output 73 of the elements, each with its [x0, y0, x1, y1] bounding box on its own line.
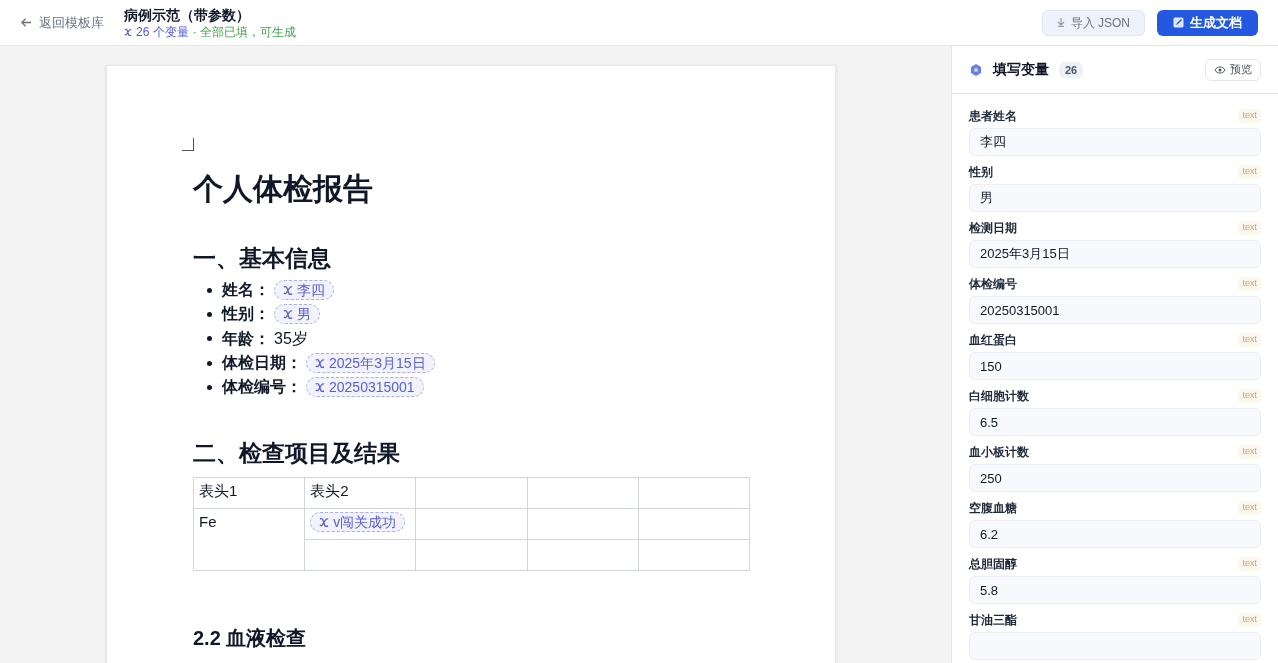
variable-chip: 男	[274, 304, 320, 325]
variable-icon	[315, 382, 325, 393]
field-label: 血红蛋白	[969, 332, 1017, 349]
eye-icon	[1214, 64, 1226, 75]
variable-icon	[319, 517, 330, 528]
back-link[interactable]: 返回模板库	[20, 12, 104, 33]
table-cell: 表头2	[304, 478, 416, 509]
variable-icon	[283, 309, 293, 320]
preview-button[interactable]: 预览	[1205, 58, 1261, 81]
corner-mark-icon	[182, 138, 194, 151]
type-badge: text	[1238, 557, 1261, 571]
variable-icon	[124, 27, 132, 36]
field-label: 检测日期	[969, 220, 1017, 237]
panel-title: 填写变量	[993, 60, 1049, 79]
document-title: 病例示范（带参数）	[124, 5, 251, 24]
type-badge: text	[1238, 109, 1261, 123]
field-label: 白细胞计数	[969, 388, 1029, 405]
type-badge: text	[1238, 445, 1261, 459]
input-field[interactable]: 6.5	[969, 408, 1261, 436]
input-field[interactable]: 2025年3月15日	[969, 240, 1261, 268]
type-badge: text	[1238, 277, 1261, 291]
section-heading: 二、检查项目及结果	[193, 439, 401, 468]
import-button[interactable]: 导入 JSON	[1041, 9, 1145, 36]
variable-count: 26 个变量	[136, 23, 189, 40]
input-field[interactable]: 李四	[969, 128, 1261, 156]
generate-button[interactable]: 生成文档	[1157, 9, 1258, 36]
variable-icon	[283, 285, 293, 296]
variable-icon	[315, 358, 325, 369]
field-label: 总胆固醇	[969, 556, 1017, 573]
type-badge: text	[1238, 389, 1261, 403]
type-badge: text	[1238, 221, 1261, 235]
item-label: 体检编号：	[222, 377, 302, 398]
field-label: 性别	[969, 164, 993, 181]
download-icon	[1056, 18, 1065, 27]
type-badge: text	[1238, 165, 1261, 179]
bullet-icon	[207, 311, 212, 317]
field-label: 体检编号	[969, 276, 1017, 293]
bullet-icon	[207, 287, 212, 293]
bullet-icon	[207, 384, 212, 390]
item-label: 姓名：	[222, 280, 270, 301]
fill-status: · 全部已填，可生成	[192, 23, 297, 40]
field-label: 空腹血糖	[969, 500, 1017, 517]
variable-chip: v闯关成功	[310, 512, 406, 533]
item-label: 体检日期：	[222, 353, 302, 374]
item-label: 性别：	[222, 304, 270, 325]
field-label: 患者姓名	[969, 108, 1017, 125]
type-badge: text	[1238, 333, 1261, 347]
type-badge: text	[1238, 613, 1261, 627]
count-badge: 26	[1059, 61, 1084, 78]
item-value: 35岁	[274, 328, 308, 349]
input-field[interactable]: 男	[969, 184, 1261, 212]
variable-chip: 李四	[274, 280, 334, 301]
table-cell: Fe	[193, 509, 305, 571]
table-cell: 表头1	[193, 478, 305, 509]
type-badge: text	[1238, 501, 1261, 515]
field-label: 甘油三酯	[969, 612, 1017, 629]
variable-chip: 2025年3月15日	[306, 353, 435, 374]
input-field[interactable]: 6.2	[969, 520, 1261, 548]
input-field[interactable]: 250	[969, 464, 1261, 492]
bullet-icon	[207, 360, 212, 366]
section-heading: 2.2 血液检查	[193, 626, 308, 652]
hexagon-icon	[969, 62, 983, 77]
back-arrow-icon	[20, 16, 33, 29]
item-label: 年龄：	[222, 328, 270, 349]
section-heading: 一、基本信息	[193, 244, 332, 272]
input-field[interactable]: 150	[969, 352, 1261, 380]
edit-icon	[1173, 17, 1184, 28]
input-field[interactable]: 20250315001	[969, 296, 1261, 324]
bullet-icon	[207, 336, 212, 342]
field-label: 血小板计数	[969, 444, 1029, 461]
report-title: 个人体检报告	[193, 172, 374, 206]
variable-chip: 20250315001	[306, 377, 424, 398]
input-field[interactable]: 5.8	[969, 576, 1261, 604]
